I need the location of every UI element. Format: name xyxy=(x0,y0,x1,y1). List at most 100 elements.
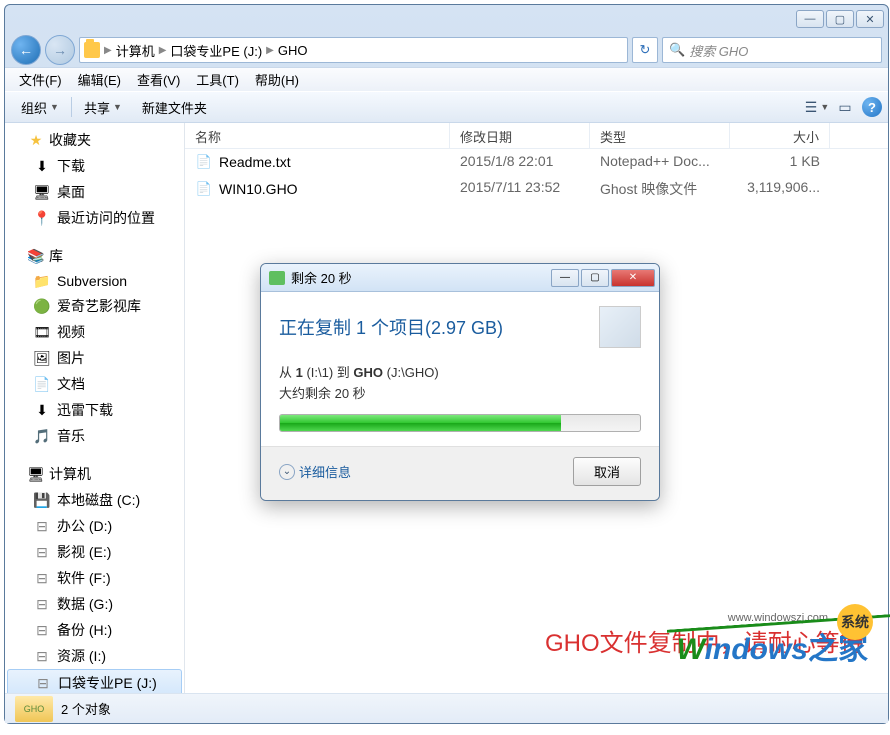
breadcrumb-drive[interactable]: 口袋专业PE (J:) xyxy=(166,41,266,60)
menu-file[interactable]: 文件(F) xyxy=(11,70,70,89)
maximize-button[interactable]: ▢ xyxy=(826,10,854,28)
close-button[interactable]: ✕ xyxy=(856,10,884,28)
share-button[interactable]: 共享▼ xyxy=(74,93,132,121)
menu-edit[interactable]: 编辑(E) xyxy=(70,70,129,89)
dialog-heading: 正在复制 1 个项目(2.97 GB) xyxy=(279,306,641,348)
explorer-window: — ▢ ✕ ← → ▶ 计算机 ▶ 口袋专业PE (J:) ▶ GHO ↻ 🔍 … xyxy=(4,4,889,724)
watermark: 系统 www.windowszj.com Windows之家 xyxy=(677,612,868,668)
details-toggle[interactable]: ⌄ 详细信息 xyxy=(279,462,351,481)
file-name: Readme.txt xyxy=(219,154,291,170)
minimize-button[interactable]: — xyxy=(796,10,824,28)
nav-row: ← → ▶ 计算机 ▶ 口袋专业PE (J:) ▶ GHO ↻ 🔍 搜索 GHO xyxy=(5,33,888,67)
sidebar-item-xunlei[interactable]: ⬇迅雷下载 xyxy=(5,397,184,423)
sidebar-item-desktop[interactable]: 🖥桌面 xyxy=(5,179,184,205)
sidebar-label: 计算机 xyxy=(49,464,91,484)
file-thumbnail-icon xyxy=(599,306,641,348)
iqiyi-icon: 🟢 xyxy=(33,297,51,315)
video-icon: 🎞 xyxy=(33,323,51,341)
titlebar: — ▢ ✕ xyxy=(5,5,888,33)
dialog-title: 剩余 20 秒 xyxy=(291,268,352,287)
sidebar-item-label: 最近访问的位置 xyxy=(57,208,155,228)
dialog-body: 正在复制 1 个项目(2.97 GB) 从 1 (I:\1) 到 GHO (J:… xyxy=(261,292,659,446)
sidebar-header-computer[interactable]: 🖥 计算机 xyxy=(5,461,184,487)
column-type[interactable]: 类型 xyxy=(590,123,730,148)
search-input[interactable]: 🔍 搜索 GHO xyxy=(662,37,882,63)
sidebar-item-label: 视频 xyxy=(57,322,85,342)
sidebar-item-downloads[interactable]: ⬇ 下载 xyxy=(5,153,184,179)
drive-icon: ⊟ xyxy=(33,621,51,639)
column-headers: 名称 修改日期 类型 大小 xyxy=(185,123,888,149)
new-folder-button[interactable]: 新建文件夹 xyxy=(132,93,217,121)
menu-help[interactable]: 帮助(H) xyxy=(247,70,307,89)
sidebar-header-favorites[interactable]: ★ 收藏夹 xyxy=(5,127,184,153)
dialog-titlebar[interactable]: 剩余 20 秒 — ▢ ✕ xyxy=(261,264,659,292)
help-icon[interactable]: ? xyxy=(862,97,882,117)
sidebar-item-drive-d[interactable]: ⊟办公 (D:) xyxy=(5,513,184,539)
sidebar-item-drive-h[interactable]: ⊟ 备份 (H:) xyxy=(5,617,184,643)
file-row[interactable]: 📄Readme.txt 2015/1/8 22:01 Notepad++ Doc… xyxy=(185,149,888,175)
sidebar-item-drive-g[interactable]: ⊟数据 (G:) xyxy=(5,591,184,617)
drive-icon: ⊟ xyxy=(33,517,51,535)
sidebar-favorites: ★ 收藏夹 ⬇ 下载 🖥桌面 📍最近访问的位置 xyxy=(5,127,184,231)
sidebar-computer: 🖥 计算机 💾本地磁盘 (C:) ⊟办公 (D:) ⊟影视 (E:) ⊟软件 (… xyxy=(5,461,184,693)
back-button[interactable]: ← xyxy=(11,35,41,65)
sidebar-item-label: 下载 xyxy=(57,156,85,176)
column-size[interactable]: 大小 xyxy=(730,123,830,148)
sidebar-item-label: 软件 (F:) xyxy=(57,568,111,588)
sidebar-item-drive-i[interactable]: ⊟资源 (I:) xyxy=(5,643,184,669)
music-icon: 🎵 xyxy=(33,427,51,445)
breadcrumb-folder[interactable]: GHO xyxy=(274,43,312,58)
search-icon: 🔍 xyxy=(669,42,685,58)
sidebar-item-label: 迅雷下载 xyxy=(57,400,113,420)
sidebar-item-drive-e[interactable]: ⊟影视 (E:) xyxy=(5,539,184,565)
chevron-down-icon: ⌄ xyxy=(279,464,295,480)
forward-button[interactable]: → xyxy=(45,35,75,65)
dialog-maximize-button[interactable]: ▢ xyxy=(581,269,609,287)
sidebar-item-drive-f[interactable]: ⊟软件 (F:) xyxy=(5,565,184,591)
file-date: 2015/1/8 22:01 xyxy=(450,151,590,173)
file-name: WIN10.GHO xyxy=(219,181,298,197)
address-bar[interactable]: ▶ 计算机 ▶ 口袋专业PE (J:) ▶ GHO xyxy=(79,37,628,63)
text-file-icon: 📄 xyxy=(195,153,213,171)
sidebar-header-libraries[interactable]: 📚 库 xyxy=(5,243,184,269)
status-bar: GHO 2 个对象 xyxy=(5,693,888,723)
sidebar: ★ 收藏夹 ⬇ 下载 🖥桌面 📍最近访问的位置 📚 库 📁Subversion 🟢… xyxy=(5,123,185,693)
sidebar-item-label: 口袋专业PE (J:) xyxy=(58,673,157,693)
sidebar-item-videos[interactable]: 🎞 视频 xyxy=(5,319,184,345)
view-options-button[interactable]: ☰ ▼ xyxy=(806,96,828,118)
cancel-button[interactable]: 取消 xyxy=(573,457,641,486)
chevron-right-icon: ▶ xyxy=(266,45,274,56)
menu-view[interactable]: 查看(V) xyxy=(129,70,188,89)
sidebar-item-label: 爱奇艺影视库 xyxy=(57,296,141,316)
dialog-close-button[interactable]: ✕ xyxy=(611,269,655,287)
sidebar-item-label: Subversion xyxy=(57,273,127,289)
file-type: Ghost 映像文件 xyxy=(590,177,730,201)
breadcrumb-computer[interactable]: 计算机 xyxy=(112,41,159,60)
watermark-badge: 系统 xyxy=(837,604,873,640)
column-date[interactable]: 修改日期 xyxy=(450,123,590,148)
sidebar-item-documents[interactable]: 📄文档 xyxy=(5,371,184,397)
sidebar-item-label: 影视 (E:) xyxy=(57,542,111,562)
column-name[interactable]: 名称 xyxy=(185,123,450,148)
menu-tools[interactable]: 工具(T) xyxy=(188,70,247,89)
sidebar-item-label: 图片 xyxy=(57,348,85,368)
dialog-minimize-button[interactable]: — xyxy=(551,269,579,287)
preview-pane-button[interactable]: ▭ xyxy=(834,96,856,118)
sidebar-item-pictures[interactable]: 🖼图片 xyxy=(5,345,184,371)
download-icon: ⬇ xyxy=(33,157,51,175)
sidebar-item-drive-c[interactable]: 💾本地磁盘 (C:) xyxy=(5,487,184,513)
organize-button[interactable]: 组织▼ xyxy=(11,93,69,121)
refresh-button[interactable]: ↻ xyxy=(632,37,658,63)
sidebar-item-drive-j[interactable]: ⊟口袋专业PE (J:) xyxy=(7,669,182,693)
dialog-footer: ⌄ 详细信息 取消 xyxy=(261,446,659,500)
progress-bar xyxy=(279,414,641,432)
sidebar-item-subversion[interactable]: 📁Subversion xyxy=(5,269,184,293)
sidebar-item-music[interactable]: 🎵音乐 xyxy=(5,423,184,449)
desktop-icon: 🖥 xyxy=(33,183,51,201)
copy-dialog: 剩余 20 秒 — ▢ ✕ 正在复制 1 个项目(2.97 GB) 从 1 (I… xyxy=(260,263,660,501)
sidebar-item-iqiyi[interactable]: 🟢 爱奇艺影视库 xyxy=(5,293,184,319)
sidebar-item-recent[interactable]: 📍最近访问的位置 xyxy=(5,205,184,231)
file-row[interactable]: 📄WIN10.GHO 2015/7/11 23:52 Ghost 映像文件 3,… xyxy=(185,175,888,203)
sidebar-item-label: 备份 (H:) xyxy=(57,620,112,640)
copy-icon xyxy=(269,271,285,285)
